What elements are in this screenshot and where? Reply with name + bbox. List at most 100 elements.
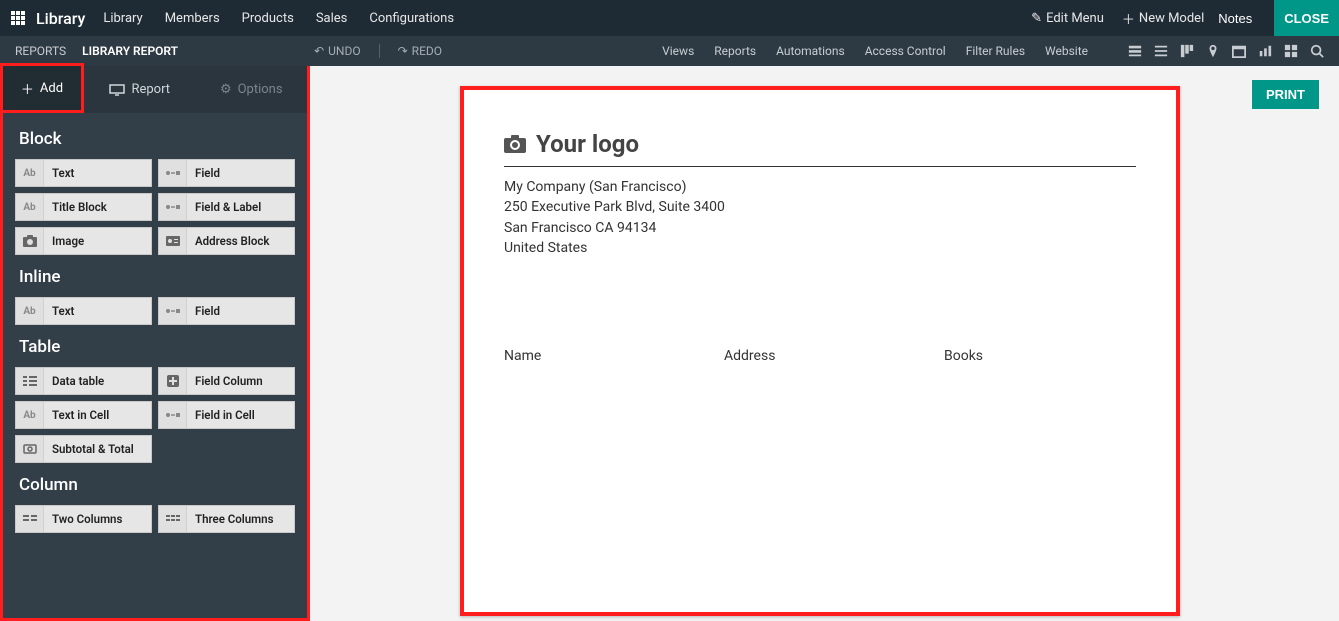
link-filter-rules[interactable]: Filter Rules xyxy=(966,44,1025,58)
apps-icon[interactable] xyxy=(10,10,26,26)
new-model-link[interactable]: ＋ New Model xyxy=(1122,9,1204,28)
block-image[interactable]: Image xyxy=(15,227,152,255)
link-reports[interactable]: Reports xyxy=(714,44,756,58)
block-address-label: Address Block xyxy=(187,234,277,248)
report-page[interactable]: Your logo My Company (San Francisco) 250… xyxy=(460,86,1180,616)
section-column: Column xyxy=(9,469,301,505)
camera-icon xyxy=(504,135,526,153)
company-address2: San Francisco CA 94134 xyxy=(504,218,1136,238)
block-fieldlabel-label: Field & Label xyxy=(187,200,269,214)
redo-icon: ↷ xyxy=(398,44,408,58)
nav-library[interactable]: Library xyxy=(103,11,142,26)
edit-menu-link[interactable]: ✎ Edit Menu xyxy=(1031,11,1104,26)
app-brand[interactable]: Library xyxy=(36,9,85,28)
undo-label: UNDO xyxy=(328,44,360,58)
breadcrumb-library-report[interactable]: LIBRARY REPORT xyxy=(82,44,178,58)
sub-nav: REPORTS LIBRARY REPORT ↶ UNDO ↷REDO Views… xyxy=(0,36,1339,66)
print-button[interactable]: PRINT xyxy=(1252,80,1319,109)
column-two-label: Two Columns xyxy=(44,512,130,526)
ab-icon: Ab xyxy=(16,160,44,186)
block-title-block[interactable]: Ab Title Block xyxy=(15,193,152,221)
ab-icon: Ab xyxy=(16,194,44,220)
inline-text-label: Text xyxy=(44,304,82,318)
field-icon xyxy=(159,194,187,220)
table-field-column[interactable]: Field Column xyxy=(158,367,295,395)
edit-menu-label: Edit Menu xyxy=(1046,11,1104,26)
table-data-table[interactable]: Data table xyxy=(15,367,152,395)
nav-products[interactable]: Products xyxy=(242,11,294,26)
list-view-icon[interactable] xyxy=(1154,44,1168,58)
undo-icon: ↶ xyxy=(314,44,324,58)
separator xyxy=(379,44,380,58)
pencil-icon: ✎ xyxy=(1031,11,1042,26)
table-text-in-cell[interactable]: Ab Text in Cell xyxy=(15,401,152,429)
camera-icon xyxy=(16,228,44,254)
block-field-label: Field xyxy=(187,166,228,180)
plus-icon: ＋ xyxy=(21,79,34,98)
canvas-area: Your logo My Company (San Francisco) 250… xyxy=(310,66,1339,621)
top-nav: Library Library Members Products Sales C… xyxy=(0,0,1339,36)
address-icon xyxy=(159,228,187,254)
columns-icon xyxy=(16,506,44,532)
link-website[interactable]: Website xyxy=(1045,44,1088,58)
plus-icon: ＋ xyxy=(1122,9,1135,28)
tab-options-label: Options xyxy=(238,82,283,97)
calendar-view-icon[interactable] xyxy=(1232,44,1246,58)
block-text[interactable]: Ab Text xyxy=(15,159,152,187)
plus-square-icon xyxy=(159,368,187,394)
field-icon xyxy=(159,160,187,186)
redo-button[interactable]: ↷REDO xyxy=(398,44,442,58)
logo-text: Your logo xyxy=(536,130,639,158)
logo-row: Your logo xyxy=(504,130,1136,167)
screen-icon xyxy=(109,84,125,96)
column-three[interactable]: Three Columns xyxy=(158,505,295,533)
search-view-icon[interactable] xyxy=(1310,44,1324,58)
table-field-in-cell[interactable]: Field in Cell xyxy=(158,401,295,429)
block-field-label[interactable]: Field & Label xyxy=(158,193,295,221)
link-views[interactable]: Views xyxy=(662,44,694,58)
company-country: United States xyxy=(504,238,1136,258)
left-panel: ＋ Add Report ⚙ Options Block Ab Text xyxy=(0,66,310,621)
kanban-view-icon[interactable] xyxy=(1180,44,1194,58)
section-block: Block xyxy=(9,123,301,159)
tab-options[interactable]: ⚙ Options xyxy=(196,66,308,113)
tab-add-label: Add xyxy=(40,81,63,96)
notes-button[interactable]: Notes xyxy=(1204,0,1266,36)
new-model-label: New Model xyxy=(1139,11,1204,26)
table-subtotal-label: Subtotal & Total xyxy=(44,442,142,456)
main-area: ＋ Add Report ⚙ Options Block Ab Text xyxy=(0,66,1339,621)
link-automations[interactable]: Automations xyxy=(776,44,845,58)
breadcrumb-reports[interactable]: REPORTS xyxy=(15,44,66,58)
inline-field-label: Field xyxy=(187,304,228,318)
graph-view-icon[interactable] xyxy=(1258,44,1272,58)
map-view-icon[interactable] xyxy=(1206,44,1220,58)
block-address-block[interactable]: Address Block xyxy=(158,227,295,255)
block-text-label: Text xyxy=(44,166,82,180)
block-title-label: Title Block xyxy=(44,200,115,214)
columns-icon xyxy=(159,506,187,532)
tab-add[interactable]: ＋ Add xyxy=(0,63,84,113)
nav-members[interactable]: Members xyxy=(165,11,220,26)
link-access-control[interactable]: Access Control xyxy=(865,44,946,58)
inline-field[interactable]: Field xyxy=(158,297,295,325)
nav-configurations[interactable]: Configurations xyxy=(369,11,454,26)
form-view-icon[interactable] xyxy=(1128,44,1142,58)
company-name: My Company (San Francisco) xyxy=(504,177,1136,197)
inline-text[interactable]: Ab Text xyxy=(15,297,152,325)
money-icon xyxy=(16,436,44,462)
tab-report-label: Report xyxy=(131,82,170,97)
tab-report[interactable]: Report xyxy=(84,66,196,113)
pivot-view-icon[interactable] xyxy=(1284,44,1298,58)
table-icon xyxy=(16,368,44,394)
field-icon xyxy=(159,402,187,428)
section-table: Table xyxy=(9,331,301,367)
close-button[interactable]: CLOSE xyxy=(1274,0,1339,36)
table-subtotal[interactable]: Subtotal & Total xyxy=(15,435,152,463)
col-address: Address xyxy=(724,348,944,364)
block-field[interactable]: Field xyxy=(158,159,295,187)
column-two[interactable]: Two Columns xyxy=(15,505,152,533)
left-tabs: ＋ Add Report ⚙ Options xyxy=(3,66,307,113)
table-data-label: Data table xyxy=(44,374,112,388)
nav-sales[interactable]: Sales xyxy=(316,11,348,26)
undo-button[interactable]: ↶ UNDO xyxy=(314,44,361,58)
